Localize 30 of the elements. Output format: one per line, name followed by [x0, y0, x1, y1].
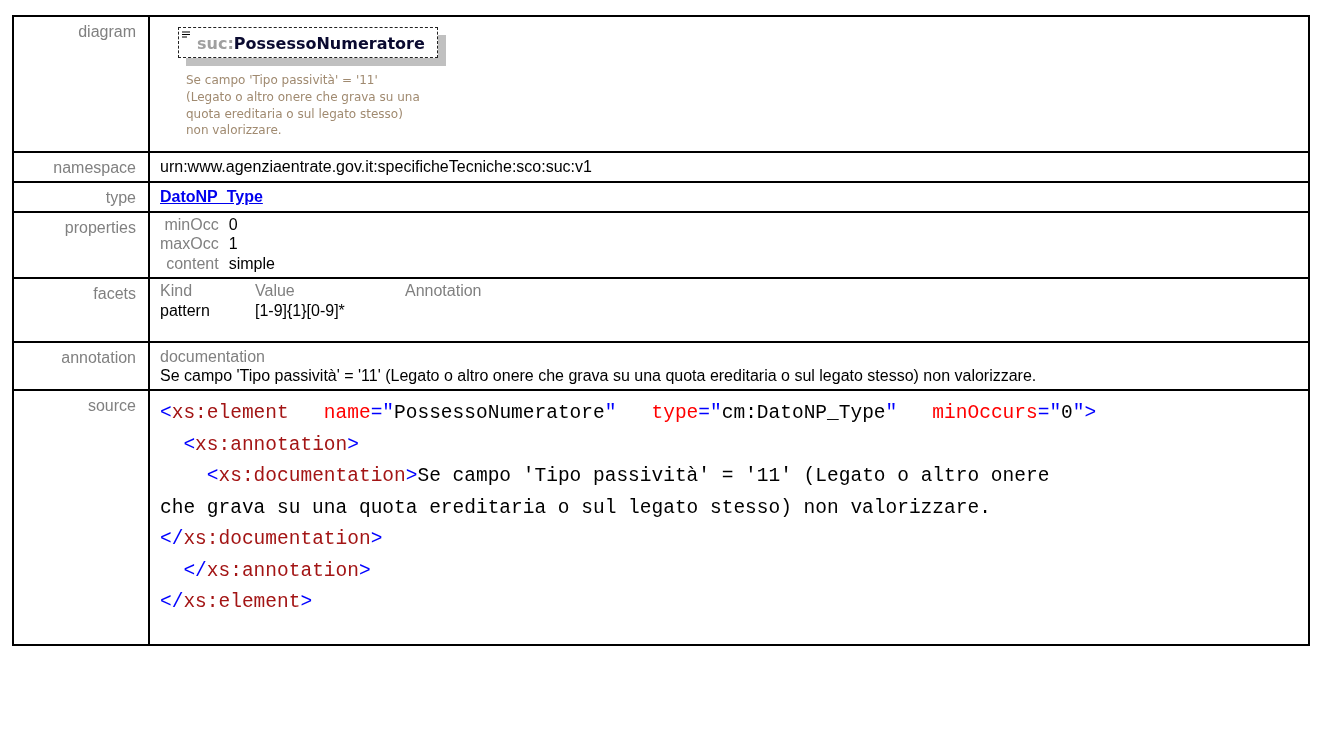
property-name: content	[165, 253, 219, 273]
annotation-heading: documentation	[160, 346, 266, 366]
property-value: simple	[228, 253, 275, 273]
row-label: type	[105, 189, 136, 207]
code-line: <xs:annotation>	[182, 432, 360, 458]
row-label: diagram	[78, 23, 136, 40]
code-line: <xs:documentation>Se campo 'Tipo passività' = '11' (Legato o altro onere	[205, 464, 1051, 490]
diagram-annotation: Se campo 'Tipo passività' = '11' (Legato o altro onere che grava su una quota ereditaria o sul legato stesso) non valorizzare.	[186, 72, 421, 140]
row-label: annotation	[61, 348, 136, 366]
table-cell-text: [1-9]{1}[0-9]*	[255, 300, 346, 321]
table-cell-text: pattern	[160, 300, 211, 321]
code-line: che grava su una quota ereditaria o sul legato stesso) non valorizzare.	[160, 495, 992, 521]
row-label: facets	[93, 284, 136, 302]
annotation-text: Se campo 'Tipo passività' = '11' (Legato o altro onere che grava su una quota ereditaria o sul legato stesso) non valorizzare.	[160, 365, 1038, 386]
property-name: maxOcc	[160, 234, 219, 254]
row-label: source	[87, 397, 136, 415]
code-line: </xs:documentation>	[160, 527, 384, 553]
column-header: Annotation	[405, 280, 482, 301]
row-label: namespace	[53, 159, 136, 177]
code-line: </xs:annotation>	[182, 558, 372, 584]
column-header: Value	[255, 280, 405, 301]
property-value: 1	[228, 234, 239, 254]
property-name: minOcc	[163, 215, 219, 235]
column-header: Kind	[160, 280, 255, 301]
namespace-value: urn:www.agenziaentrate.gov.it:specificheTecniche:sco:suc:v1	[160, 158, 592, 176]
property-value: 0	[228, 215, 239, 235]
type-link[interactable]: DatoNP_Type	[160, 188, 263, 206]
code-line: <xs:element name="PossessoNumeratore" type="cm:DatoNP_Type" minOccurs="0">	[160, 401, 1098, 427]
row-label: properties	[64, 219, 136, 237]
code-line: </xs:element>	[160, 590, 314, 616]
